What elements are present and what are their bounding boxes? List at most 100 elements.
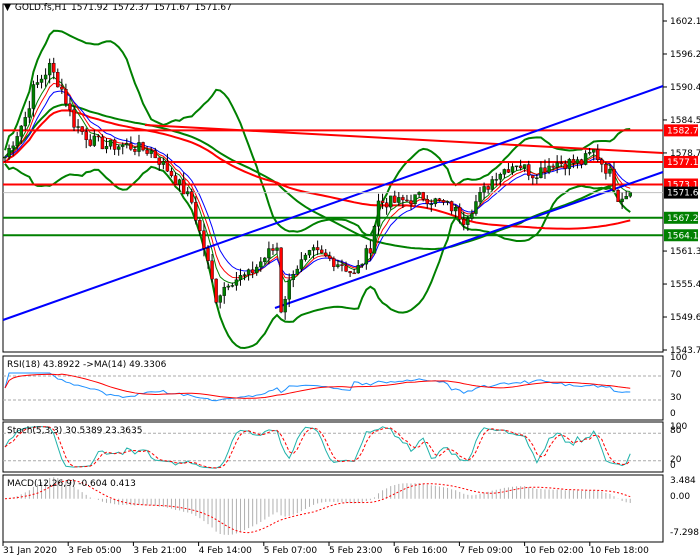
candle-body: [389, 195, 393, 208]
macd-axis-label: 0.00: [670, 492, 690, 502]
candle-body: [60, 86, 64, 90]
candle-body: [315, 247, 320, 251]
candle-body: [547, 165, 551, 173]
candle-body: [226, 285, 231, 288]
candle-body: [19, 125, 23, 137]
candle-body: [571, 159, 576, 164]
candle-body: [453, 207, 458, 212]
candle-body: [433, 198, 438, 205]
candle-body: [190, 191, 194, 203]
candle-body: [153, 150, 157, 159]
candle-body: [52, 62, 56, 73]
candle-body: [137, 142, 141, 152]
candle-body: [437, 198, 442, 201]
candle-body: [145, 149, 149, 154]
candle-body: [15, 136, 19, 147]
candle-body: [587, 152, 592, 154]
candle-body: [372, 226, 377, 254]
candle-body: [490, 179, 494, 190]
candle-body: [108, 139, 113, 147]
chart-canvas[interactable]: 1582.701577.101573.101567.201564.101602.…: [0, 0, 700, 560]
candle-body: [340, 264, 344, 266]
level-price-label: 1564.10: [667, 231, 700, 241]
candle-body: [522, 164, 527, 169]
candle-body: [620, 198, 624, 202]
candle-body: [518, 165, 523, 169]
candle-body: [425, 199, 429, 205]
candle-body: [376, 200, 381, 227]
price-axis-label: 1602.10: [670, 17, 700, 27]
time-axis-label: 3 Feb 21:00: [133, 546, 187, 556]
candle-body: [575, 159, 580, 164]
candle-body: [35, 82, 40, 85]
candle-body: [194, 202, 198, 221]
candle-body: [514, 165, 519, 168]
candle-body: [336, 264, 340, 267]
level-price-label: 1577.10: [667, 158, 700, 168]
candle-body: [299, 259, 304, 270]
candle-body: [311, 247, 316, 251]
macd-title: MACD(12,26,9) -0.604 0.413: [7, 479, 136, 489]
candle-body: [429, 203, 433, 206]
candle-body: [441, 200, 446, 203]
candle-body: [466, 218, 470, 225]
candle-body: [47, 62, 52, 76]
candle-body: [161, 161, 166, 165]
candle-body: [486, 186, 490, 190]
candle-body: [246, 269, 251, 275]
candle-body: [267, 248, 271, 259]
candle-body: [380, 200, 385, 203]
candle-body: [92, 135, 97, 146]
rsi-line: [4, 372, 631, 402]
candle-body: [76, 126, 80, 128]
red-trendline: [144, 124, 664, 154]
candle-body: [612, 168, 616, 191]
candle-body: [133, 149, 137, 152]
candle-body: [157, 157, 161, 165]
candle-body: [222, 286, 226, 296]
candle-body: [498, 174, 503, 180]
price-axis-label: 1584.55: [670, 116, 700, 126]
candle-body: [64, 89, 68, 104]
candle-body: [348, 271, 352, 274]
rsi-axis-label: 30: [670, 393, 682, 403]
rsi-axis-label: 70: [670, 370, 682, 380]
candle-body: [116, 146, 121, 150]
candle-body: [129, 143, 133, 150]
candle-body: [563, 163, 567, 169]
candle-body: [616, 190, 620, 202]
time-axis-label: 10 Feb 02:00: [525, 546, 584, 556]
candle-body: [478, 192, 482, 202]
level-price-label: 1567.20: [667, 214, 700, 224]
candle-body: [360, 263, 364, 266]
candle-body: [165, 161, 170, 172]
candle-body: [68, 103, 72, 110]
candle-body: [250, 269, 255, 274]
candle-body: [324, 252, 328, 257]
candle-body: [319, 249, 324, 254]
rsi-title: RSI(18) 43.8922 ->MA(14) 49.3306: [7, 360, 167, 370]
candle-body: [23, 117, 27, 127]
candle-body: [242, 274, 247, 276]
candle-body: [238, 275, 243, 280]
candle-body: [449, 201, 454, 212]
candle-body: [531, 175, 535, 179]
candle-body: [405, 199, 409, 202]
stoch-axis-label: 0: [670, 461, 676, 471]
candle-body: [3, 156, 7, 159]
candle-body: [303, 254, 308, 260]
time-axis-label: 7 Feb 09:00: [459, 546, 513, 556]
time-axis-label: 4 Feb 14:00: [199, 546, 253, 556]
candle-body: [214, 278, 218, 303]
candle-body: [295, 268, 300, 275]
candle-body: [206, 248, 210, 262]
candle-body: [181, 179, 186, 195]
candle-body: [579, 159, 584, 165]
candle-body: [600, 159, 604, 165]
candle-body: [263, 257, 267, 263]
time-axis-label: 3 Feb 05:00: [68, 546, 122, 556]
candle-body: [384, 202, 389, 208]
candle-body: [177, 179, 182, 185]
candle-body: [344, 265, 348, 272]
candle-body: [559, 162, 563, 164]
